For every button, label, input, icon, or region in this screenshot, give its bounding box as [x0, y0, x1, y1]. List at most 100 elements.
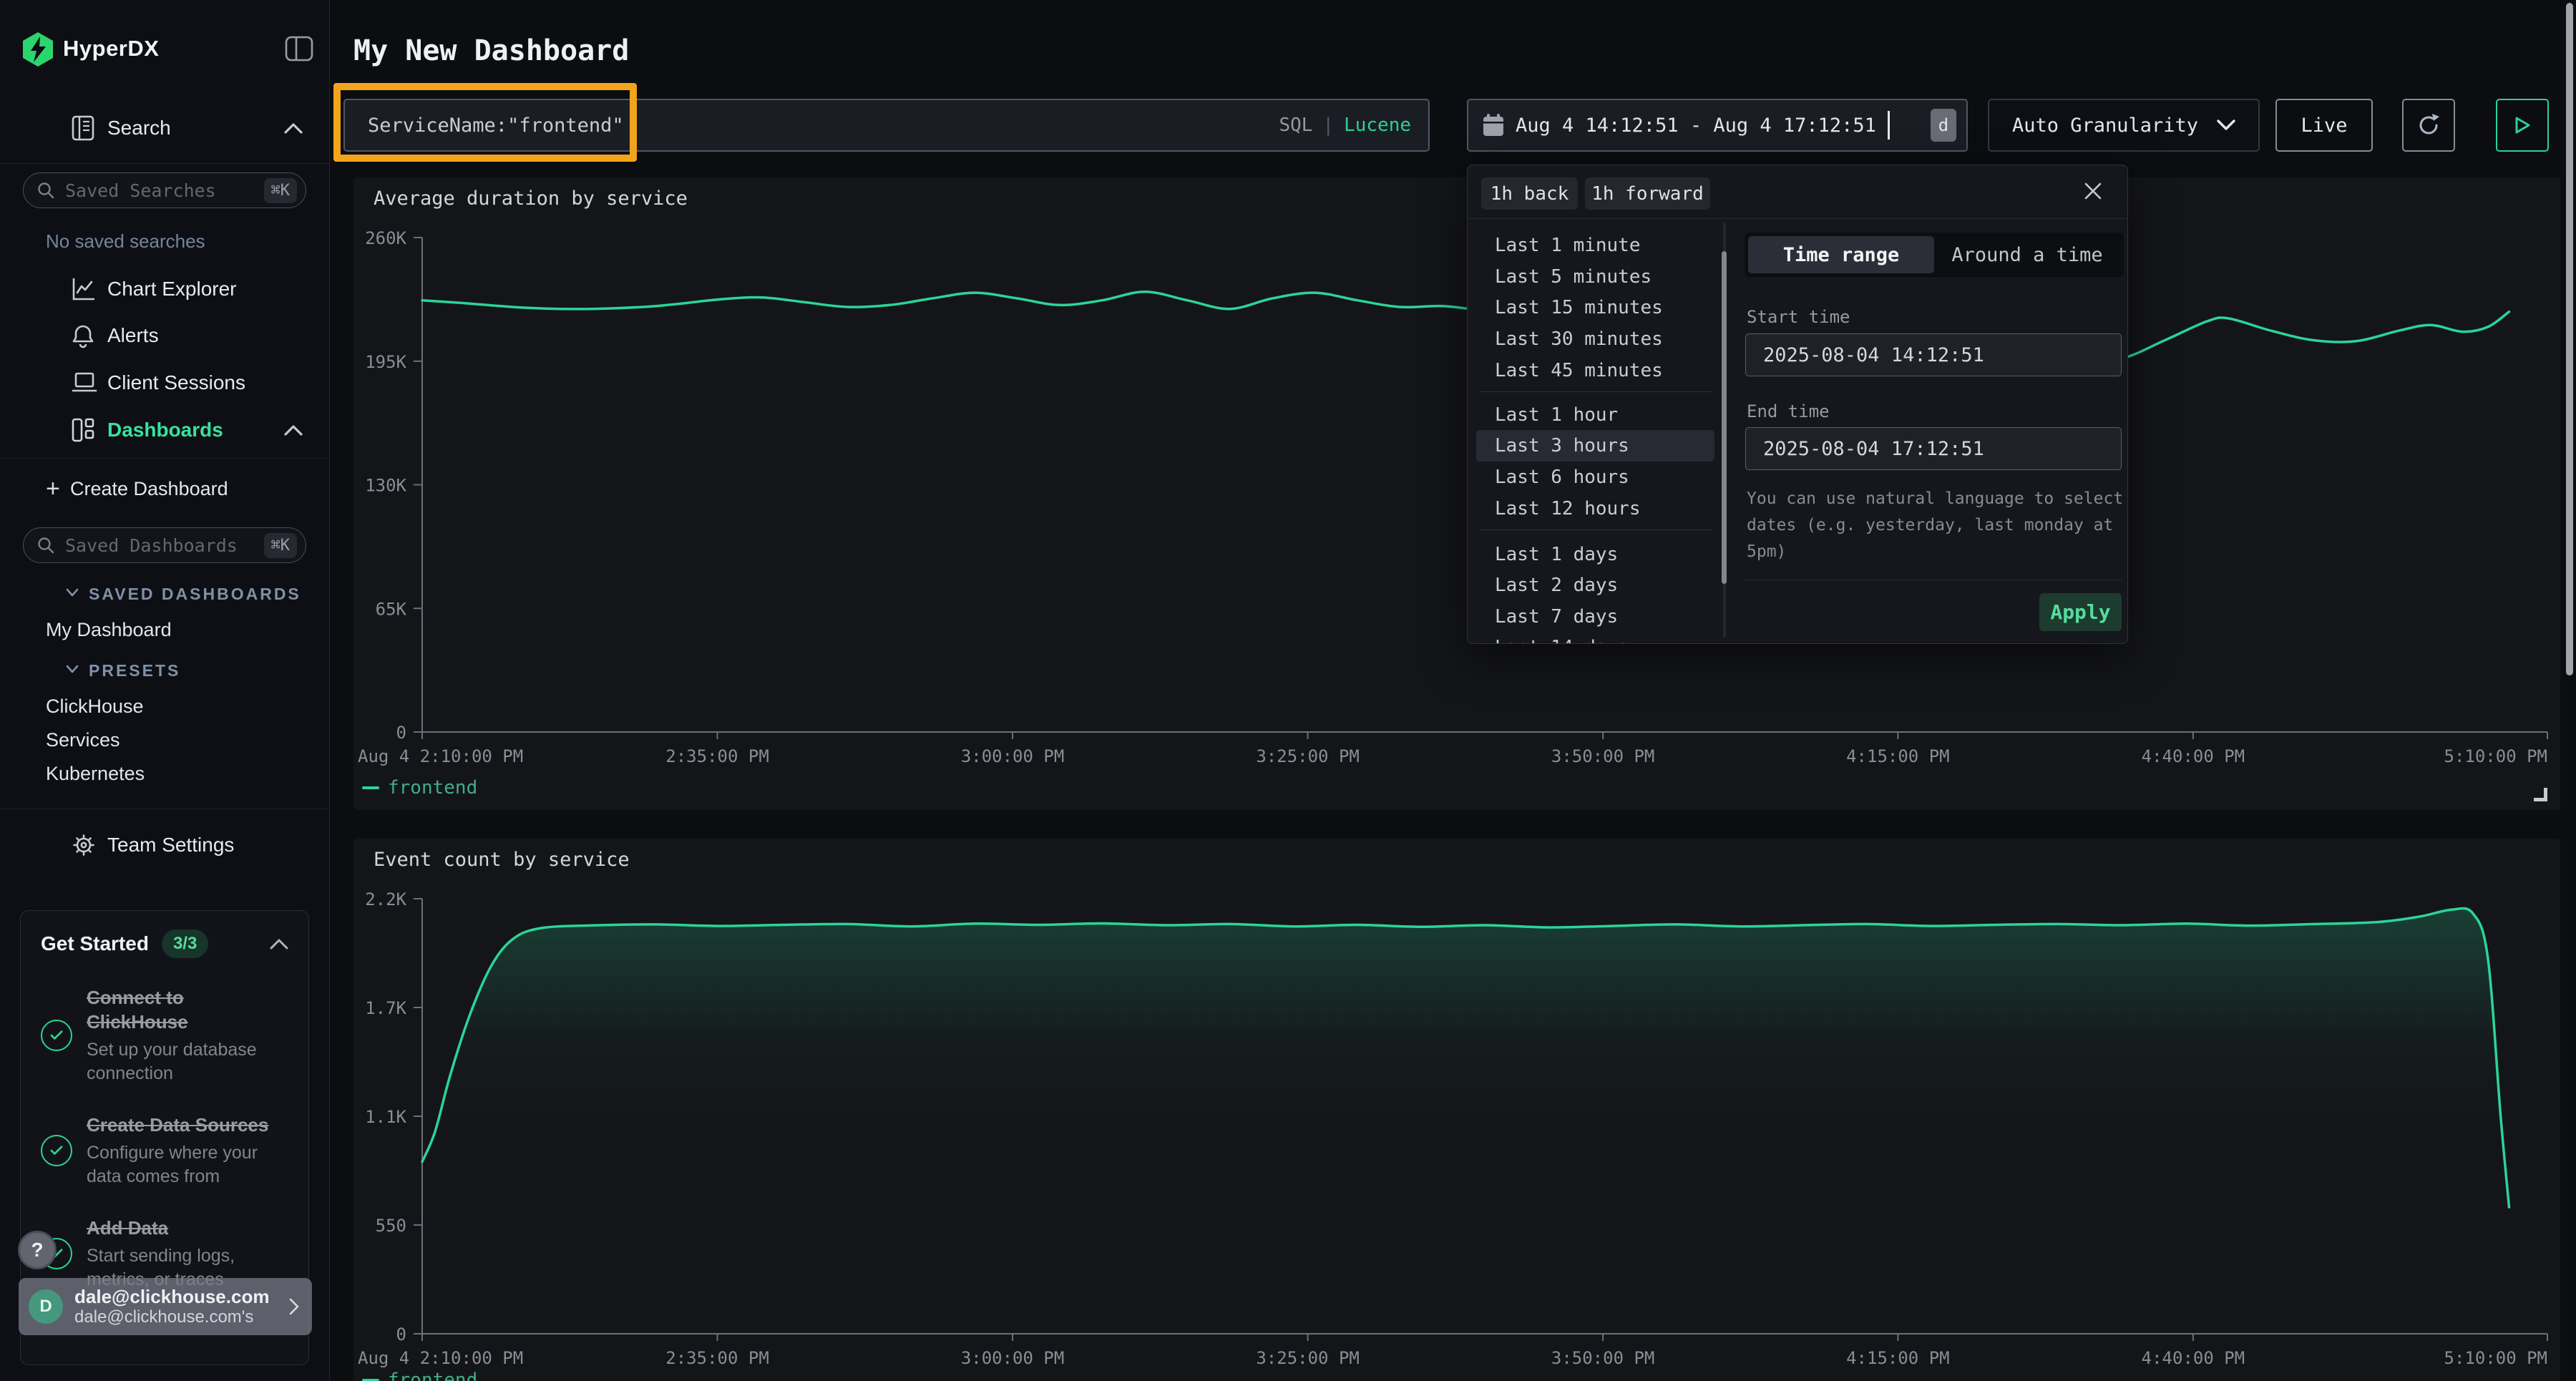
start-time-field[interactable] — [1745, 333, 2122, 376]
preset-link-kubernetes[interactable]: Kubernetes — [46, 758, 145, 789]
preset-last-15-minutes[interactable]: Last 15 minutes — [1476, 292, 1714, 323]
saved-searches-search[interactable]: ⌘K — [23, 172, 306, 208]
shift-forward-button[interactable]: 1h forward — [1585, 177, 1710, 210]
panel-resize-handle[interactable] — [2534, 788, 2547, 801]
live-button[interactable]: Live — [2275, 99, 2373, 152]
chart-legend[interactable]: frontend — [362, 777, 477, 799]
preset-last-45-minutes[interactable]: Last 45 minutes — [1476, 355, 1714, 386]
preset-link-services[interactable]: Services — [46, 724, 120, 756]
tab-time-range[interactable]: Time range — [1748, 236, 1934, 273]
avg-duration-chart: 065K130K195K260KAug 4 2:10:00 PM2:35:00 … — [353, 177, 2560, 810]
shift-back-button[interactable]: 1h back — [1481, 177, 1578, 210]
dashboards-grid-icon — [72, 418, 94, 442]
language-toggle-lucene[interactable]: Lucene — [1344, 114, 1411, 136]
section-label: SAVED DASHBOARDS — [89, 585, 301, 604]
sidebar-item-dashboards[interactable]: Dashboards — [0, 408, 328, 452]
chevron-down-icon — [66, 587, 79, 600]
section-presets[interactable]: PRESETS — [66, 655, 180, 686]
saved-dashboards-input[interactable] — [64, 535, 264, 557]
end-time-field[interactable] — [1745, 427, 2122, 470]
get-started-item-sources[interactable]: Create Data Sources Configure where your… — [41, 1113, 288, 1189]
laptop-icon — [72, 371, 97, 394]
preset-last-12-hours[interactable]: Last 12 hours — [1476, 493, 1714, 524]
run-query-button[interactable] — [2496, 99, 2549, 152]
svg-text:3:25:00 PM: 3:25:00 PM — [1256, 1348, 1360, 1368]
get-started-item-title: Add Data — [87, 1216, 281, 1240]
get-started-item-title: Create Data Sources — [87, 1113, 281, 1137]
divider — [1479, 391, 1712, 392]
sidebar-collapse-icon[interactable] — [285, 34, 313, 67]
text-caret — [1888, 111, 1890, 140]
language-toggle-sql[interactable]: SQL — [1279, 114, 1312, 136]
calendar-icon — [1483, 114, 1504, 137]
page-scrollbar[interactable] — [2566, 3, 2573, 675]
tab-around-a-time[interactable]: Around a time — [1934, 236, 2120, 273]
list-scrollbar-thumb[interactable] — [1722, 251, 1727, 584]
preset-last-14-days[interactable]: Last 14 days — [1476, 632, 1714, 644]
bell-icon — [72, 323, 94, 348]
get-started-item-connect[interactable]: Connect to ClickHouse Set up your databa… — [41, 985, 288, 1085]
svg-text:195K: 195K — [365, 352, 406, 372]
start-time-label: Start time — [1747, 307, 1850, 327]
check-circle-icon — [41, 1020, 72, 1051]
preset-last-5-minutes[interactable]: Last 5 minutes — [1476, 261, 1714, 293]
filter-query-field[interactable]: SQL | Lucene — [343, 99, 1430, 152]
svg-text:1.7K: 1.7K — [365, 998, 406, 1018]
divider — [0, 163, 329, 164]
preset-last-2-days[interactable]: Last 2 days — [1476, 570, 1714, 601]
chart-panel-event-count: Event count by service 05501.1K1.7K2.2KA… — [353, 839, 2560, 1381]
saved-dashboards-search[interactable]: ⌘K — [23, 527, 306, 563]
natural-language-hint: You can use natural language to select d… — [1747, 486, 2127, 565]
sidebar-item-team-settings[interactable]: Team Settings — [0, 823, 328, 867]
granularity-select[interactable]: Auto Granularity — [1988, 99, 2260, 152]
kbd-shortcut: ⌘K — [264, 533, 298, 558]
language-toggle-separator: | — [1322, 114, 1334, 136]
user-menu[interactable]: D dale@clickhouse.com dale@clickhouse.co… — [19, 1278, 312, 1335]
saved-searches-input[interactable] — [64, 180, 264, 202]
svg-text:1.1K: 1.1K — [365, 1107, 406, 1127]
time-picker-popup: 1h back 1h forward Last 1 minute Last 5 … — [1467, 165, 2128, 644]
chevron-up-icon[interactable] — [270, 938, 288, 950]
no-saved-searches-note: No saved searches — [46, 230, 205, 253]
refresh-icon — [2415, 112, 2442, 139]
start-time-input[interactable] — [1746, 343, 2121, 367]
sidebar-item-label: Alerts — [107, 324, 159, 347]
preset-last-7-days[interactable]: Last 7 days — [1476, 601, 1714, 633]
get-started-item-title: Connect to ClickHouse — [87, 985, 281, 1034]
svg-text:5:10:00 PM: 5:10:00 PM — [2444, 1348, 2548, 1368]
time-range-value: Aug 4 14:12:51 - Aug 4 17:12:51 — [1516, 114, 1876, 137]
close-icon[interactable] — [2083, 181, 2103, 201]
preset-last-30-minutes[interactable]: Last 30 minutes — [1476, 323, 1714, 355]
get-started-badge: 3/3 — [162, 929, 208, 958]
section-saved-dashboards[interactable]: SAVED DASHBOARDS — [66, 578, 301, 610]
preset-link-clickhouse[interactable]: ClickHouse — [46, 690, 144, 722]
sidebar-item-client-sessions[interactable]: Client Sessions — [0, 361, 328, 405]
filter-query-input[interactable] — [345, 114, 1279, 137]
end-time-input[interactable] — [1746, 437, 2121, 461]
check-circle-icon — [41, 1135, 72, 1166]
preset-last-6-hours[interactable]: Last 6 hours — [1476, 462, 1714, 493]
create-dashboard-button[interactable]: + Create Dashboard — [0, 467, 328, 511]
page-title: My New Dashboard — [353, 34, 629, 67]
sidebar-item-chart-explorer[interactable]: Chart Explorer — [0, 267, 328, 311]
svg-text:65K: 65K — [376, 599, 407, 619]
preset-last-1-hour[interactable]: Last 1 hour — [1476, 399, 1714, 431]
svg-text:2.2K: 2.2K — [365, 889, 406, 909]
chevron-right-icon — [289, 1298, 299, 1315]
plus-icon: + — [46, 477, 60, 501]
preset-last-1-minute[interactable]: Last 1 minute — [1476, 230, 1714, 261]
preset-last-1-days[interactable]: Last 1 days — [1476, 539, 1714, 570]
dashboard-link-my-dashboard[interactable]: My Dashboard — [46, 614, 172, 645]
svg-text:Aug 4 2:10:00 PM: Aug 4 2:10:00 PM — [358, 746, 523, 766]
apply-button[interactable]: Apply — [2039, 593, 2122, 631]
refresh-button[interactable] — [2402, 99, 2455, 152]
svg-text:4:40:00 PM: 4:40:00 PM — [2142, 746, 2245, 766]
sidebar-item-alerts[interactable]: Alerts — [0, 313, 328, 358]
help-button[interactable]: ? — [18, 1231, 57, 1269]
kbd-shortcut: ⌘K — [264, 178, 298, 203]
sidebar-item-search[interactable]: Search — [0, 106, 328, 150]
preset-last-3-hours-selected[interactable]: Last 3 hours — [1476, 430, 1714, 462]
chart-legend[interactable]: frontend — [362, 1370, 477, 1381]
time-range-input[interactable]: Aug 4 14:12:51 - Aug 4 17:12:51 d — [1467, 99, 1968, 152]
granularity-value: Auto Granularity — [2012, 114, 2198, 137]
